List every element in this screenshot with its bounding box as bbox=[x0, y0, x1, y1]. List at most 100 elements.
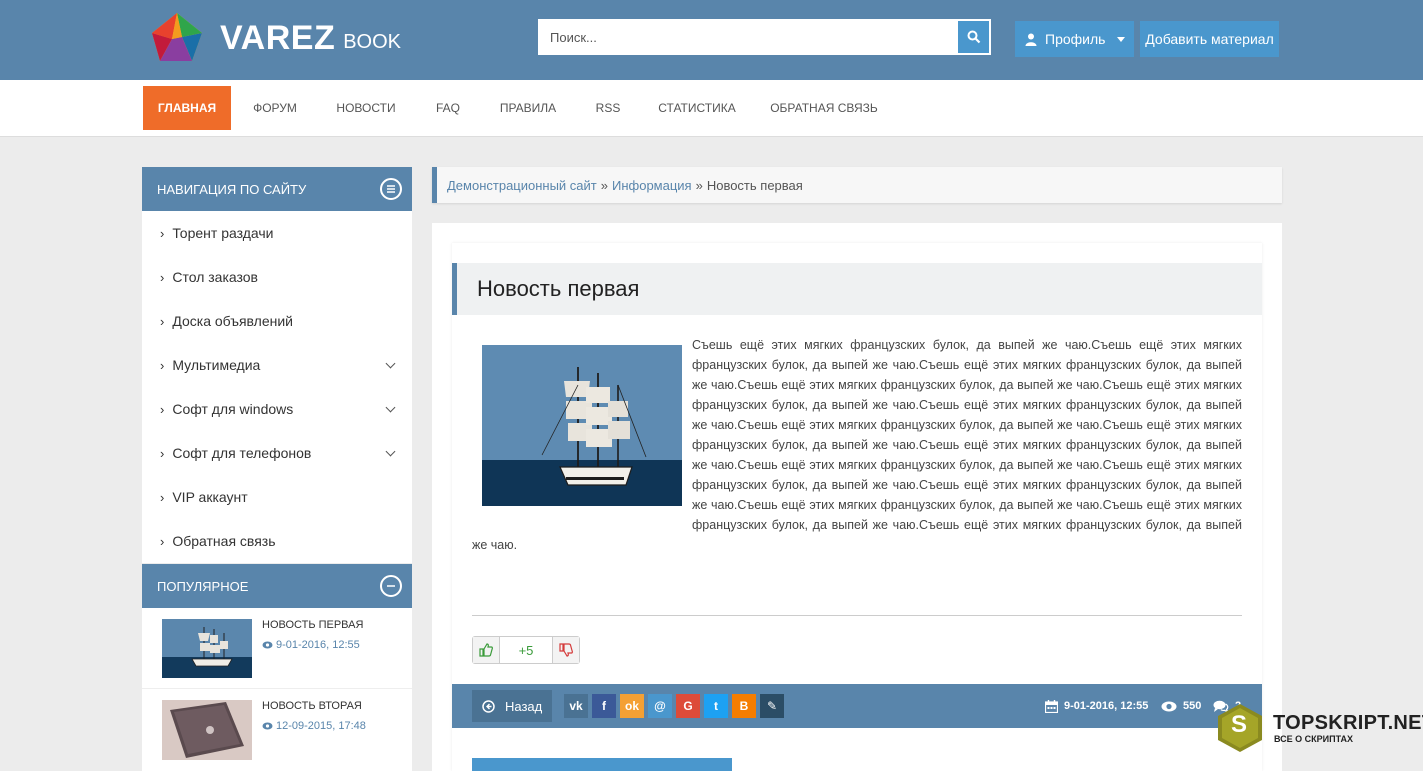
odnoklassniki-icon[interactable]: ok bbox=[620, 694, 644, 718]
breadcrumb-section[interactable]: Информация bbox=[612, 178, 692, 193]
chevron-right-icon: › bbox=[160, 489, 165, 505]
user-icon bbox=[1025, 33, 1037, 46]
search-input[interactable] bbox=[540, 21, 958, 53]
article-title: Новость первая bbox=[452, 263, 1262, 315]
nav-home[interactable]: Главная bbox=[143, 86, 231, 130]
logo-text: VAREZ bbox=[220, 18, 336, 57]
collapse-icon[interactable] bbox=[380, 575, 402, 597]
sidebar-item-torrents[interactable]: › Торент раздачи bbox=[142, 211, 412, 255]
sidebar-item-windows-soft[interactable]: › Софт для windows bbox=[142, 387, 412, 431]
logo-icon bbox=[152, 13, 202, 61]
like-button[interactable] bbox=[473, 637, 500, 663]
chevron-right-icon: › bbox=[160, 225, 165, 241]
search-box bbox=[538, 19, 991, 55]
menu-toggle-icon[interactable] bbox=[380, 178, 402, 200]
back-button[interactable]: Назад bbox=[472, 690, 552, 722]
watermark: S TOPSKRIPT.NET ВСЕ О СКРИПТАХ bbox=[1215, 703, 1423, 755]
sidebar-item-multimedia[interactable]: › Мультимедиа bbox=[142, 343, 412, 387]
nav-news[interactable]: Новости bbox=[326, 86, 406, 130]
sidebar-item-label: Стол заказов bbox=[172, 269, 258, 285]
google-icon[interactable]: G bbox=[676, 694, 700, 718]
site-header: VAREZ BOOK Профиль Добавить материал bbox=[0, 0, 1423, 80]
add-material-button[interactable]: Добавить материал bbox=[1140, 21, 1279, 57]
twitter-icon[interactable]: t bbox=[704, 694, 728, 718]
chevron-right-icon: › bbox=[160, 401, 165, 417]
nav-statistics[interactable]: Статистика bbox=[648, 86, 746, 130]
phone-thumbnail[interactable] bbox=[162, 700, 252, 760]
popular-item-title[interactable]: Новость вторая bbox=[262, 700, 362, 712]
breadcrumb-separator: » bbox=[695, 177, 703, 193]
nav-rules[interactable]: Правила bbox=[489, 86, 567, 130]
main-content: Новость первая Съешь ещё этих мягких фра… bbox=[432, 223, 1282, 771]
popular-item-title[interactable]: Новость первая bbox=[262, 619, 363, 631]
breadcrumb-home[interactable]: Демонстрационный сайт bbox=[447, 178, 597, 193]
eye-icon bbox=[262, 641, 273, 649]
sidebar-menu: › Торент раздачи › Стол заказов › Доска … bbox=[142, 211, 412, 563]
facebook-icon[interactable]: f bbox=[592, 694, 616, 718]
thumbs-down-icon bbox=[559, 643, 573, 657]
nav-faq[interactable]: FAQ bbox=[427, 86, 469, 130]
sidebar-item-vip[interactable]: › VIP аккаунт bbox=[142, 475, 412, 519]
moimir-icon[interactable]: @ bbox=[648, 694, 672, 718]
ship-thumbnail[interactable] bbox=[162, 619, 252, 678]
search-icon bbox=[967, 30, 980, 44]
article: Новость первая Съешь ещё этих мягких фра… bbox=[452, 243, 1262, 771]
main-nav: Главная Форум Новости FAQ Правила RSS Ст… bbox=[0, 80, 1423, 137]
related-header bbox=[472, 758, 732, 771]
nav-forum[interactable]: Форум bbox=[240, 86, 310, 130]
breadcrumb-separator: » bbox=[600, 177, 608, 193]
nav-feedback[interactable]: Обратная связь bbox=[766, 86, 882, 130]
blogger-icon[interactable]: B bbox=[732, 694, 756, 718]
sidebar-popular-title: Популярное bbox=[157, 578, 249, 594]
vk-icon[interactable]: vk bbox=[564, 694, 588, 718]
article-date: 9-01-2016, 12:55 bbox=[1045, 684, 1148, 728]
thumbs-up-icon bbox=[479, 643, 493, 657]
chevron-down-icon[interactable] bbox=[385, 358, 396, 369]
dislike-button[interactable] bbox=[552, 637, 579, 663]
sidebar-item-label: Торент раздачи bbox=[172, 225, 274, 241]
eye-icon bbox=[262, 722, 273, 730]
chevron-right-icon: › bbox=[160, 313, 165, 329]
watermark-letter: S bbox=[1231, 711, 1248, 738]
popular-list: Новость первая 9-01-2016, 12:55 Новость … bbox=[142, 608, 412, 771]
sidebar-nav-title: Навигация по сайту bbox=[157, 181, 307, 197]
article-body: Съешь ещё этих мягких французских булок,… bbox=[472, 335, 1242, 555]
divider bbox=[472, 615, 1242, 616]
back-label: Назад bbox=[505, 698, 543, 714]
livejournal-icon[interactable]: ✎ bbox=[760, 694, 784, 718]
rating-widget: +5 bbox=[472, 636, 580, 664]
chevron-right-icon: › bbox=[160, 357, 165, 373]
caret-down-icon bbox=[1117, 37, 1125, 42]
article-views-value: 550 bbox=[1183, 700, 1202, 712]
rating-value: +5 bbox=[518, 642, 534, 658]
sidebar-item-label: Доска объявлений bbox=[172, 313, 293, 329]
profile-label: Профиль bbox=[1045, 31, 1106, 47]
calendar-icon bbox=[1045, 699, 1058, 713]
watermark-subtext: ВСЕ О СКРИПТАХ bbox=[1274, 734, 1354, 744]
sidebar-item-label: Мультимедиа bbox=[172, 357, 261, 373]
popular-item-date-row: 12-09-2015, 17:48 bbox=[262, 720, 366, 732]
search-button[interactable] bbox=[958, 21, 989, 53]
sidebar-item-board[interactable]: › Доска объявлений bbox=[142, 299, 412, 343]
chevron-right-icon: › bbox=[160, 533, 165, 549]
article-views: 550 bbox=[1161, 684, 1201, 728]
sidebar-popular-header[interactable]: Популярное bbox=[142, 564, 412, 608]
site-logo[interactable]: VAREZ BOOK bbox=[148, 10, 408, 66]
popular-item-date: 12-09-2015, 17:48 bbox=[276, 720, 366, 732]
sidebar-item-label: VIP аккаунт bbox=[172, 489, 248, 505]
chevron-down-icon[interactable] bbox=[385, 446, 396, 457]
list-item[interactable]: Новость первая 9-01-2016, 12:55 bbox=[142, 608, 412, 689]
sidebar-item-orders[interactable]: › Стол заказов bbox=[142, 255, 412, 299]
list-item[interactable]: Новость вторая 12-09-2015, 17:48 bbox=[142, 689, 412, 770]
article-footer: Назад vk f ok @ G t B ✎ 9-01-2016, 12:55 bbox=[452, 684, 1262, 728]
chevron-down-icon[interactable] bbox=[385, 402, 396, 413]
nav-rss[interactable]: RSS bbox=[588, 86, 628, 130]
sidebar-item-label: Обратная связь bbox=[172, 533, 276, 549]
profile-button[interactable]: Профиль bbox=[1015, 21, 1134, 57]
sidebar-item-feedback[interactable]: › Обратная связь bbox=[142, 519, 412, 563]
article-image[interactable] bbox=[482, 345, 682, 506]
sidebar-item-label: Софт для телефонов bbox=[172, 445, 312, 461]
sidebar-nav-header[interactable]: Навигация по сайту bbox=[142, 167, 412, 211]
article-date-value: 9-01-2016, 12:55 bbox=[1064, 700, 1149, 712]
sidebar-item-phone-soft[interactable]: › Софт для телефонов bbox=[142, 431, 412, 475]
